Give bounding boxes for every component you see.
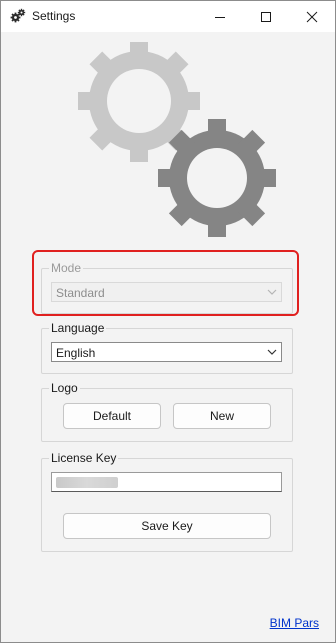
minimize-button[interactable]: [197, 1, 243, 32]
gears-icon: [10, 8, 26, 24]
chevron-down-icon: [267, 349, 277, 355]
bim-pars-link[interactable]: BIM Pars: [270, 616, 319, 630]
language-dropdown[interactable]: English: [51, 342, 282, 362]
window-title: Settings: [32, 9, 76, 23]
settings-content: Mode Standard Language English Logo Defa…: [1, 32, 335, 642]
redacted-license-value: [56, 477, 118, 488]
license-key-field[interactable]: [51, 472, 282, 492]
close-button[interactable]: [289, 1, 335, 32]
mode-highlight-box: [32, 250, 299, 316]
settings-window: Settings Mode Standard Language English …: [0, 0, 336, 643]
new-logo-button[interactable]: New: [173, 403, 271, 429]
logo-label: Logo: [49, 381, 80, 395]
maximize-button[interactable]: [243, 1, 289, 32]
default-logo-button[interactable]: Default: [63, 403, 161, 429]
gears-illustration: [78, 42, 276, 237]
language-label: Language: [49, 321, 107, 335]
maximize-icon: [261, 12, 271, 22]
license-key-label: License Key: [49, 451, 119, 465]
close-icon: [306, 11, 318, 23]
minimize-icon: [215, 17, 225, 18]
save-key-button[interactable]: Save Key: [63, 513, 271, 539]
language-value: English: [56, 346, 96, 360]
title-bar[interactable]: Settings: [1, 1, 335, 32]
